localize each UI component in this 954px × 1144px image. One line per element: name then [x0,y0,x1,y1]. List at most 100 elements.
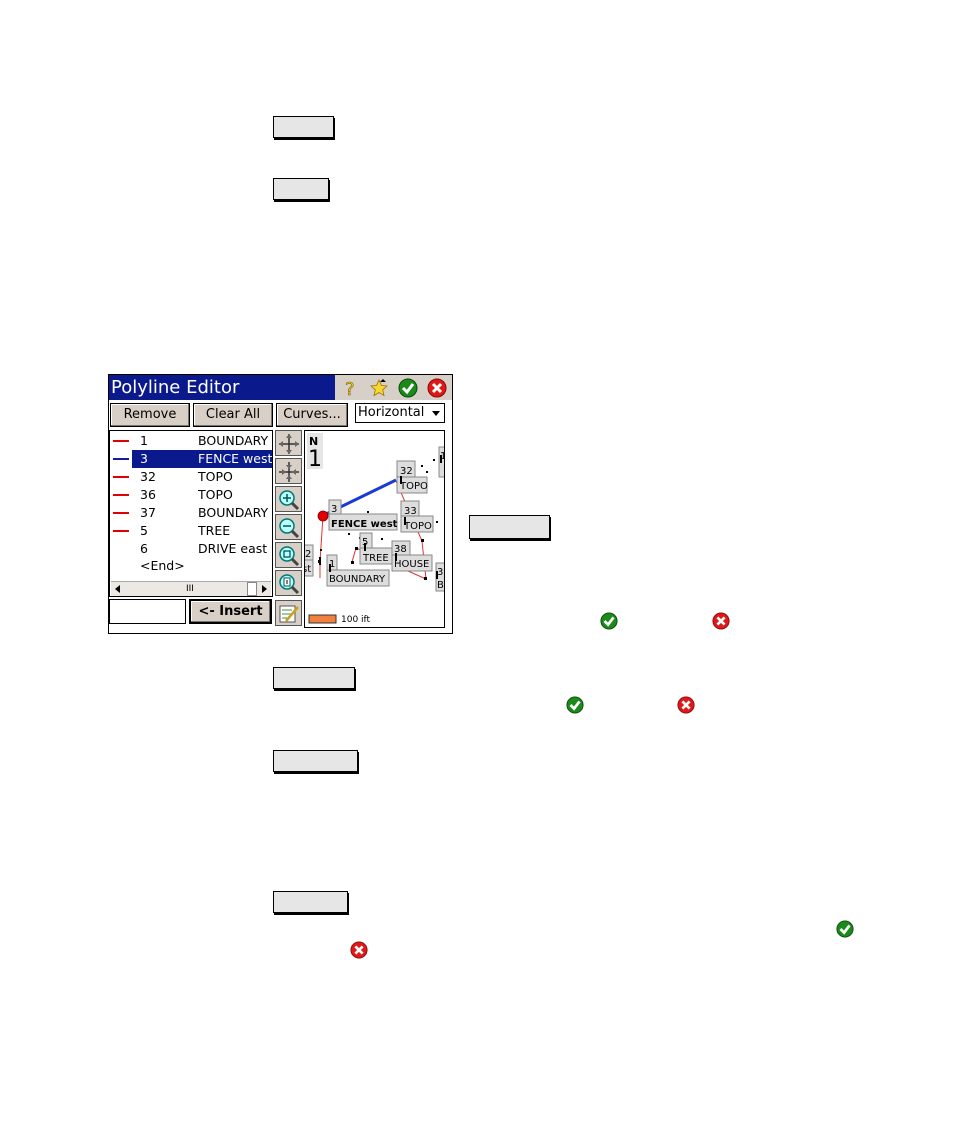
north-digit: 1 [308,447,322,472]
line-color-swatch [113,494,129,496]
doc-field-5 [273,750,358,772]
polyline-name: TOPO [198,487,233,502]
list-end-marker[interactable]: <End> [110,557,272,575]
zoom-window-button[interactable] [275,542,302,568]
scroll-right-icon[interactable] [262,585,267,593]
scroll-thumb[interactable] [247,582,257,596]
insert-button[interactable]: <- Insert [189,599,272,624]
zoom-out-icon [279,518,300,539]
close-x-icon [350,941,368,959]
doc-field-3 [469,515,550,539]
scroll-left-icon[interactable] [115,585,120,593]
polyline-number: 32 [140,469,156,484]
ok-check-icon [600,612,618,630]
list-item[interactable]: 37 BOUNDARY [110,504,272,522]
remove-button[interactable]: Remove [110,403,190,427]
mode-select[interactable]: Horizontal [355,403,445,423]
toolbar: Remove Clear All Curves... Horizontal [109,401,452,427]
line-color-swatch [113,530,129,532]
polyline-name: BOUNDARY [198,505,269,520]
remove-label: Remove [123,407,177,422]
zoom-extents-button[interactable] [275,430,302,456]
polyline-number: 5 [140,523,148,538]
list-item[interactable]: 5 TREE [110,522,272,540]
label-boundary: BOUNDARY [329,574,386,585]
map-canvas[interactable]: N 1 32 TOPO 33 TOPO 3 FENCE west 5 TREE … [305,431,444,627]
favorite-star-icon[interactable] [369,378,389,398]
polyline-number: 6 [140,541,148,556]
label-tree: TREE [362,553,389,564]
map-view[interactable]: N 1 32 TOPO 33 TOPO 3 FENCE west 5 TREE … [304,430,445,628]
polyline-boundary-left [319,515,324,578]
chevron-down-icon [432,411,440,416]
title-bar: Polyline Editor ? [109,375,452,400]
list-item[interactable]: 36 TOPO [110,486,272,504]
zoom-selection-icon [279,574,300,595]
scroll-grip: III [186,584,194,594]
help-icon[interactable]: ? [340,378,360,400]
label-32: 32 [400,466,413,477]
list-item[interactable]: 1 BOUNDARY [110,432,272,450]
zoom-in-button[interactable] [275,486,302,512]
scale-label: 100 ift [341,615,371,625]
insert-label: <- Insert [198,604,263,619]
horizontal-scrollbar[interactable]: III [111,581,271,596]
clear-all-label: Clear All [205,407,261,422]
insert-input[interactable] [109,599,186,624]
title-icons: ? [335,375,452,400]
close-x-icon [677,696,695,714]
start-point-marker [317,510,329,522]
line-color-swatch [113,512,129,514]
polyline-name: TOPO [198,469,233,484]
window-title: Polyline Editor [109,375,335,400]
zoom-out-button[interactable] [275,514,302,540]
label-topo-2: TOPO [403,521,432,532]
list-item[interactable]: 32 TOPO [110,468,272,486]
doc-field-6 [273,891,348,913]
zoom-center-icon [279,462,299,482]
polyline-name: FENCE west [198,451,273,466]
doc-field-2 [273,178,329,200]
label-b: B [437,580,444,591]
line-color-swatch [113,458,129,460]
svg-text:?: ? [345,379,355,398]
mode-select-value: Horizontal [358,405,425,420]
polyline-editor-window: Polyline Editor ? Remove Clear All Curve… [108,374,453,634]
doc-field-4 [273,667,355,689]
ok-check-icon[interactable] [398,378,418,398]
polyline-number: 1 [140,433,148,448]
list-item[interactable]: 3 FENCE west [110,450,272,468]
polyline-name: BOUNDARY [198,433,269,448]
polyline-name: TREE [198,523,231,538]
zoom-center-button[interactable] [275,458,302,484]
curves-label: Curves... [283,407,341,422]
line-color-swatch [113,440,129,442]
label-2: 2 [305,549,311,560]
edit-list-icon [279,605,299,623]
zoom-in-icon [279,490,300,511]
close-x-icon[interactable] [427,378,447,398]
zoom-window-icon [279,546,300,567]
map-toolbar [275,430,302,628]
zoom-selection-button[interactable] [275,570,302,596]
polyline-list[interactable]: 1 BOUNDARY 3 FENCE west 32 TOPO 36 TOPO 37 BOUNDA… [109,430,273,597]
ok-check-icon [836,920,854,938]
polyline-number: 3 [140,451,148,466]
list-item[interactable]: 6 DRIVE east [110,540,272,558]
scale-bar [308,614,337,624]
polyline-number: 37 [140,505,156,520]
label-house: HOUSE [394,559,429,570]
edit-list-button[interactable] [275,600,302,626]
label-33: 33 [404,506,417,517]
label-3: 3 [331,504,337,515]
end-label: <End> [140,558,185,573]
curves-button[interactable]: Curves... [276,403,348,427]
doc-field-1 [273,116,334,138]
polyline-number: 36 [140,487,156,502]
zoom-extents-icon [279,434,299,454]
label-fence-west: FENCE west [331,519,398,530]
close-x-icon [712,612,730,630]
polyline-name: DRIVE east [198,541,268,556]
clear-all-button[interactable]: Clear All [193,403,273,427]
line-color-swatch [113,476,129,478]
